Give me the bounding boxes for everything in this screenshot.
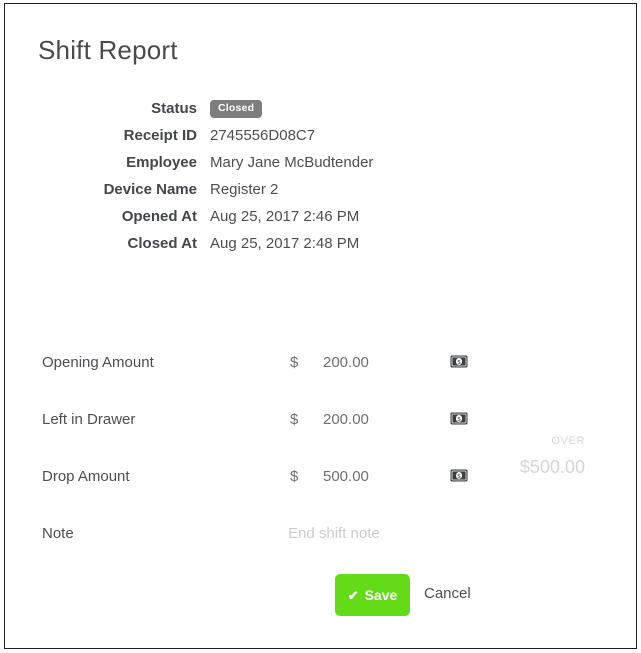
amount-label-opening-amount: Opening Amount (42, 354, 154, 371)
amount-input-drop-amount[interactable]: 500.00 (323, 468, 369, 485)
detail-row-device-name: Device Name Register 2 (5, 181, 636, 208)
detail-value-opened-at: Aug 25, 2017 2:46 PM (210, 208, 360, 225)
screenshot-root: Shift Report Status Closed Receipt ID 27… (0, 0, 641, 653)
detail-row-status: Status Closed (5, 100, 636, 127)
note-label: Note (42, 525, 74, 542)
detail-label-device-name: Device Name (103, 181, 197, 198)
note-input[interactable]: End shift note (288, 525, 380, 542)
detail-row-opened-at: Opened At Aug 25, 2017 2:46 PM (5, 208, 636, 235)
detail-label-employee: Employee (126, 154, 197, 171)
cancel-button[interactable]: Cancel (424, 585, 471, 602)
action-bar: ✔ Save Cancel (5, 574, 636, 618)
detail-value-receipt-id: 2745556D08C7 (210, 127, 316, 144)
money-bill-icon[interactable]: $ (450, 412, 468, 425)
svg-text:$: $ (458, 360, 461, 366)
variance-block: OVER $500.00 (445, 434, 585, 480)
detail-value-device-name: Register 2 (210, 181, 279, 198)
detail-label-closed-at: Closed At (127, 235, 197, 252)
currency-symbol-opening-amount: $ (290, 354, 299, 371)
currency-symbol-drop-amount: $ (290, 468, 299, 485)
amount-input-left-in-drawer[interactable]: 200.00 (323, 411, 369, 428)
detail-label-receipt-id: Receipt ID (123, 127, 197, 144)
save-button-label: Save (364, 587, 398, 603)
detail-value-closed-at: Aug 25, 2017 2:48 PM (210, 235, 360, 252)
note-row: Note End shift note (5, 525, 636, 565)
amount-input-opening-amount[interactable]: 200.00 (323, 354, 369, 371)
detail-value-employee: Mary Jane McBudtender (210, 154, 374, 171)
detail-row-employee: Employee Mary Jane McBudtender (5, 154, 636, 181)
check-icon: ✔ (347, 587, 359, 603)
amount-label-drop-amount: Drop Amount (42, 468, 130, 485)
page-title: Shift Report (38, 35, 178, 65)
detail-label-status: Status (151, 100, 197, 117)
currency-symbol-left-in-drawer: $ (290, 411, 299, 428)
detail-value-status: Closed (210, 100, 263, 120)
amount-row-opening-amount: Opening Amount $ 200.00 $ (5, 354, 636, 411)
svg-text:$: $ (458, 417, 461, 423)
variance-amount: $500.00 (519, 457, 585, 477)
detail-label-opened-at: Opened At (121, 208, 197, 225)
variance-label: OVER (551, 435, 585, 447)
shift-details-list: Status Closed Receipt ID 2745556D08C7 Em… (5, 100, 636, 262)
report-card: Shift Report Status Closed Receipt ID 27… (4, 3, 637, 649)
detail-row-closed-at: Closed At Aug 25, 2017 2:48 PM (5, 235, 636, 262)
status-badge: Closed (210, 100, 263, 118)
detail-row-receipt-id: Receipt ID 2745556D08C7 (5, 127, 636, 154)
money-bill-icon[interactable]: $ (450, 355, 468, 368)
save-button[interactable]: ✔ Save (335, 574, 410, 616)
amount-label-left-in-drawer: Left in Drawer (42, 411, 136, 428)
